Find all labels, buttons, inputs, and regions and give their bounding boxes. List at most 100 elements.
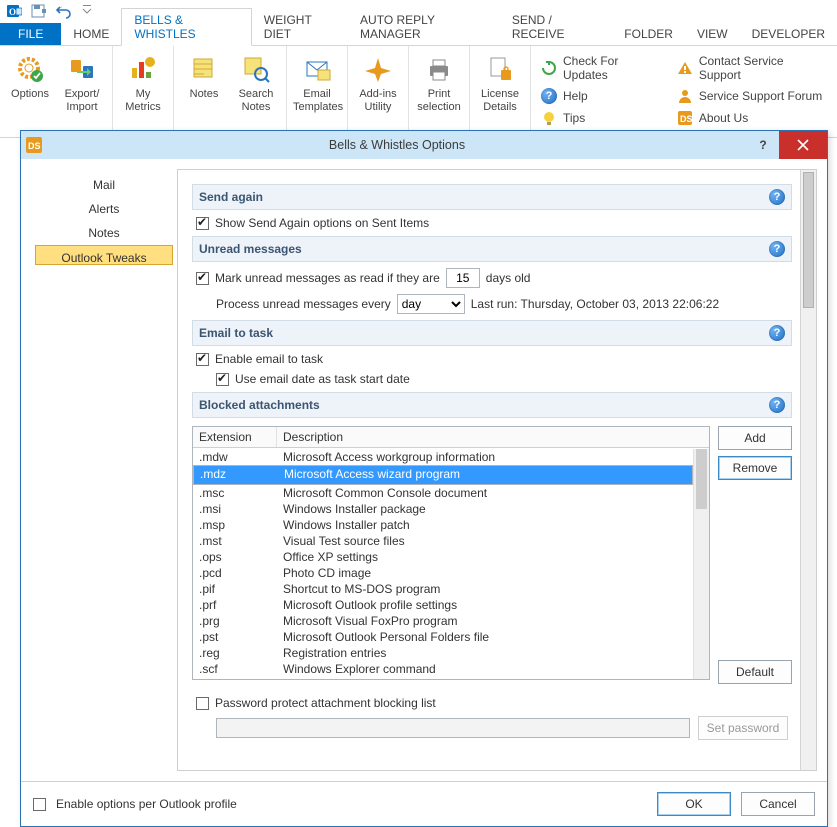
link-contact-support[interactable]: Contact Service Support xyxy=(677,54,827,82)
lbl-send-again: Show Send Again options on Sent Items xyxy=(215,216,429,230)
svg-text:DS: DS xyxy=(28,141,41,151)
tab-send-receive[interactable]: SEND / RECEIVE xyxy=(500,9,612,45)
select-frequency[interactable]: day xyxy=(397,294,465,314)
lightbulb-icon xyxy=(541,110,557,126)
undo-icon[interactable] xyxy=(54,3,74,19)
col-extension[interactable]: Extension xyxy=(193,427,277,447)
table-row[interactable]: .scfWindows Explorer command xyxy=(193,661,693,677)
panel-scrollbar[interactable] xyxy=(800,170,816,770)
help-icon: ? xyxy=(541,88,557,104)
table-header: Extension Description xyxy=(193,427,709,448)
help-button[interactable]: ? xyxy=(747,131,779,159)
cmd-email-templates-label: Email Templates xyxy=(293,88,341,114)
col-description[interactable]: Description xyxy=(277,427,709,447)
cmd-addins-utility[interactable]: Add-ins Utility xyxy=(352,50,404,116)
chk-password-protect[interactable] xyxy=(196,697,209,710)
table-row[interactable]: .msiWindows Installer package xyxy=(193,501,693,517)
dialog-title: Bells & Whistles Options xyxy=(47,138,747,152)
cmd-search-notes-label: Search Notes xyxy=(232,88,280,114)
person-icon xyxy=(677,88,693,104)
refresh-icon xyxy=(541,60,557,76)
btn-ok[interactable]: OK xyxy=(657,792,731,816)
cmd-options[interactable]: Options xyxy=(4,50,56,103)
cmd-export-import-label: Export/ Import xyxy=(58,88,106,114)
chk-per-profile[interactable] xyxy=(33,798,46,811)
table-row[interactable]: .pifShortcut to MS-DOS program xyxy=(193,581,693,597)
tab-developer[interactable]: DEVELOPER xyxy=(740,23,837,45)
table-row[interactable]: .prfMicrosoft Outlook profile settings xyxy=(193,597,693,613)
close-button[interactable] xyxy=(779,131,827,159)
gear-check-icon xyxy=(6,52,54,86)
cmd-options-label: Options xyxy=(6,88,54,101)
table-row[interactable]: .mdzMicrosoft Access wizard program xyxy=(193,465,693,485)
table-row[interactable]: .opsOffice XP settings xyxy=(193,549,693,565)
input-days[interactable] xyxy=(446,268,480,288)
printer-icon xyxy=(415,52,463,86)
cmd-license-details[interactable]: License Details xyxy=(474,50,526,116)
table-row[interactable]: .pstMicrosoft Outlook Personal Folders f… xyxy=(193,629,693,645)
section-blocked-attachments: Blocked attachments? xyxy=(192,392,792,418)
nav-alerts[interactable]: Alerts xyxy=(35,197,173,221)
cmd-print-selection[interactable]: Print selection xyxy=(413,50,465,116)
tab-auto-reply-manager[interactable]: AUTO REPLY MANAGER xyxy=(348,9,500,45)
cmd-email-templates[interactable]: Email Templates xyxy=(291,50,343,116)
link-tips[interactable]: Tips xyxy=(541,110,665,126)
chk-use-email-date[interactable] xyxy=(216,373,229,386)
cmd-search-notes[interactable]: Search Notes xyxy=(230,50,282,116)
table-row[interactable]: .mdwMicrosoft Access workgroup informati… xyxy=(193,449,693,465)
alert-icon xyxy=(677,60,693,76)
table-row[interactable]: .mscMicrosoft Common Console document xyxy=(193,485,693,501)
save-icon[interactable] xyxy=(30,3,46,19)
btn-remove[interactable]: Remove xyxy=(718,456,792,480)
cmd-my-metrics[interactable]: My Metrics xyxy=(117,50,169,116)
tab-weight-diet[interactable]: WEIGHT DIET xyxy=(252,9,348,45)
table-row[interactable]: .mspWindows Installer patch xyxy=(193,517,693,533)
tab-folder[interactable]: FOLDER xyxy=(612,23,685,45)
link-help[interactable]: ?Help xyxy=(541,88,665,104)
chk-enable-e2t[interactable] xyxy=(196,353,209,366)
chk-mark-unread[interactable] xyxy=(196,272,209,285)
cmd-license-details-label: License Details xyxy=(476,88,524,114)
mail-template-icon xyxy=(293,52,341,86)
help-icon[interactable]: ? xyxy=(769,189,785,205)
link-check-updates[interactable]: Check For Updates xyxy=(541,54,665,82)
lbl-last-run: Last run: Thursday, October 03, 2013 22:… xyxy=(471,297,719,311)
link-about[interactable]: DSAbout Us xyxy=(677,110,827,126)
nav-mail[interactable]: Mail xyxy=(35,173,173,197)
dialog-footer: Enable options per Outlook profile OK Ca… xyxy=(21,781,827,826)
table-row[interactable]: .regRegistration entries xyxy=(193,645,693,661)
btn-default[interactable]: Default xyxy=(718,660,792,684)
search-note-icon xyxy=(232,52,280,86)
table-scrollbar[interactable] xyxy=(693,449,709,679)
cmd-notes-label: Notes xyxy=(180,88,228,101)
lbl-days-old: days old xyxy=(486,271,531,285)
attachments-table[interactable]: Extension Description .mdwMicrosoft Acce… xyxy=(192,426,710,680)
dialog-titlebar[interactable]: DS Bells & Whistles Options ? xyxy=(21,131,827,159)
nav-outlook-tweaks[interactable]: Outlook Tweaks xyxy=(35,245,173,265)
table-row[interactable]: .pcdPhoto CD image xyxy=(193,565,693,581)
qat-dropdown-icon[interactable] xyxy=(82,4,92,18)
table-row[interactable]: .mstVisual Test source files xyxy=(193,533,693,549)
outlook-app-icon: O xyxy=(6,3,22,19)
lbl-enable-e2t: Enable email to task xyxy=(215,352,323,366)
tab-bells-whistles[interactable]: BELLS & WHISTLES xyxy=(121,8,251,46)
help-icon[interactable]: ? xyxy=(769,397,785,413)
cmd-export-import[interactable]: Export/ Import xyxy=(56,50,108,116)
table-row[interactable]: .prgMicrosoft Visual FoxPro program xyxy=(193,613,693,629)
cmd-notes[interactable]: Notes xyxy=(178,50,230,103)
tab-view[interactable]: VIEW xyxy=(685,23,740,45)
tab-home[interactable]: HOME xyxy=(61,23,121,45)
nav-notes[interactable]: Notes xyxy=(35,221,173,245)
svg-text:O: O xyxy=(9,7,16,17)
help-icon[interactable]: ? xyxy=(769,241,785,257)
dialog-main-panel: Send again? Show Send Again options on S… xyxy=(177,169,817,771)
bar-chart-icon xyxy=(119,52,167,86)
chk-send-again[interactable] xyxy=(196,217,209,230)
btn-cancel[interactable]: Cancel xyxy=(741,792,815,816)
link-forum[interactable]: Service Support Forum xyxy=(677,88,827,104)
tab-file[interactable]: FILE xyxy=(0,23,61,45)
sticky-note-icon xyxy=(180,52,228,86)
btn-add[interactable]: Add xyxy=(718,426,792,450)
help-icon[interactable]: ? xyxy=(769,325,785,341)
ribbon-tabs: FILE HOME BELLS & WHISTLES WEIGHT DIET A… xyxy=(0,22,837,46)
